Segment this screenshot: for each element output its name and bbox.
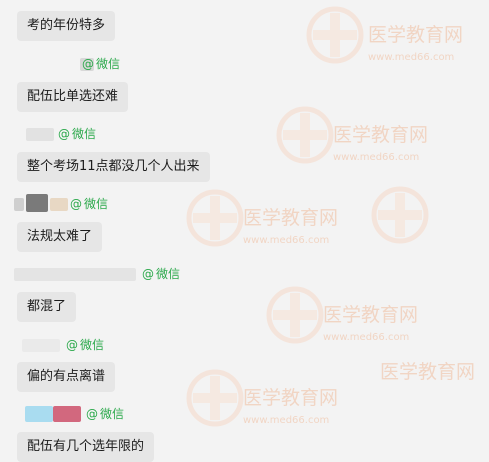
sender-row: @ 微信 — [14, 194, 144, 212]
comment-text: 偏的有点离谱 — [27, 369, 106, 384]
sender-name-blur — [14, 268, 136, 281]
source-tag: @ 微信 — [66, 338, 105, 352]
sender-row: @ 微信 — [22, 337, 142, 353]
comment-bubble: 整个考场11点都没几个人出来 — [17, 152, 210, 182]
sender-row: @ 微信 — [25, 406, 165, 422]
comment-text: 都混了 — [27, 299, 67, 314]
comment-text: 配伍比单选还难 — [27, 89, 119, 104]
source-tag: @ 微信 — [86, 407, 125, 421]
comment-text: 考的年份特多 — [27, 18, 106, 33]
sender-avatar — [26, 128, 54, 141]
sender-name-blur — [14, 198, 24, 211]
comment-text: 整个考场11点都没几个人出来 — [27, 159, 200, 174]
sender-name-blur — [22, 339, 60, 352]
source-tag: @ 微信 — [58, 127, 97, 141]
sender-row: @ 微信 — [24, 126, 144, 142]
comment-text: 配伍有几个选年限的 — [27, 439, 145, 454]
comment-bubble: 都混了 — [17, 292, 77, 322]
sender-avatar — [25, 406, 53, 422]
comment-feed: 考的年份特多 @ 微信 配伍比单选还难 @ 微信 整个考场11点都没几个人出来 @ 微… — [0, 0, 489, 462]
comment-bubble: 考的年份特多 — [17, 11, 116, 41]
sender-avatar — [53, 406, 81, 422]
source-tag: @ 微信 — [70, 197, 109, 211]
sender-avatar — [26, 194, 48, 212]
source-tag: @ 微信 — [82, 57, 121, 71]
comment-bubble: 配伍有几个选年限的 — [17, 432, 155, 462]
sender-name-blur — [50, 198, 68, 211]
sender-row: @ 微信 — [14, 266, 194, 282]
comment-text: 法规太难了 — [27, 229, 93, 244]
comment-bubble: 偏的有点离谱 — [17, 362, 116, 392]
comment-bubble: 法规太难了 — [17, 222, 103, 252]
comment-bubble: 配伍比单选还难 — [17, 82, 129, 112]
source-tag: @ 微信 — [142, 267, 181, 281]
sender-row: @ 微信 — [60, 56, 180, 72]
